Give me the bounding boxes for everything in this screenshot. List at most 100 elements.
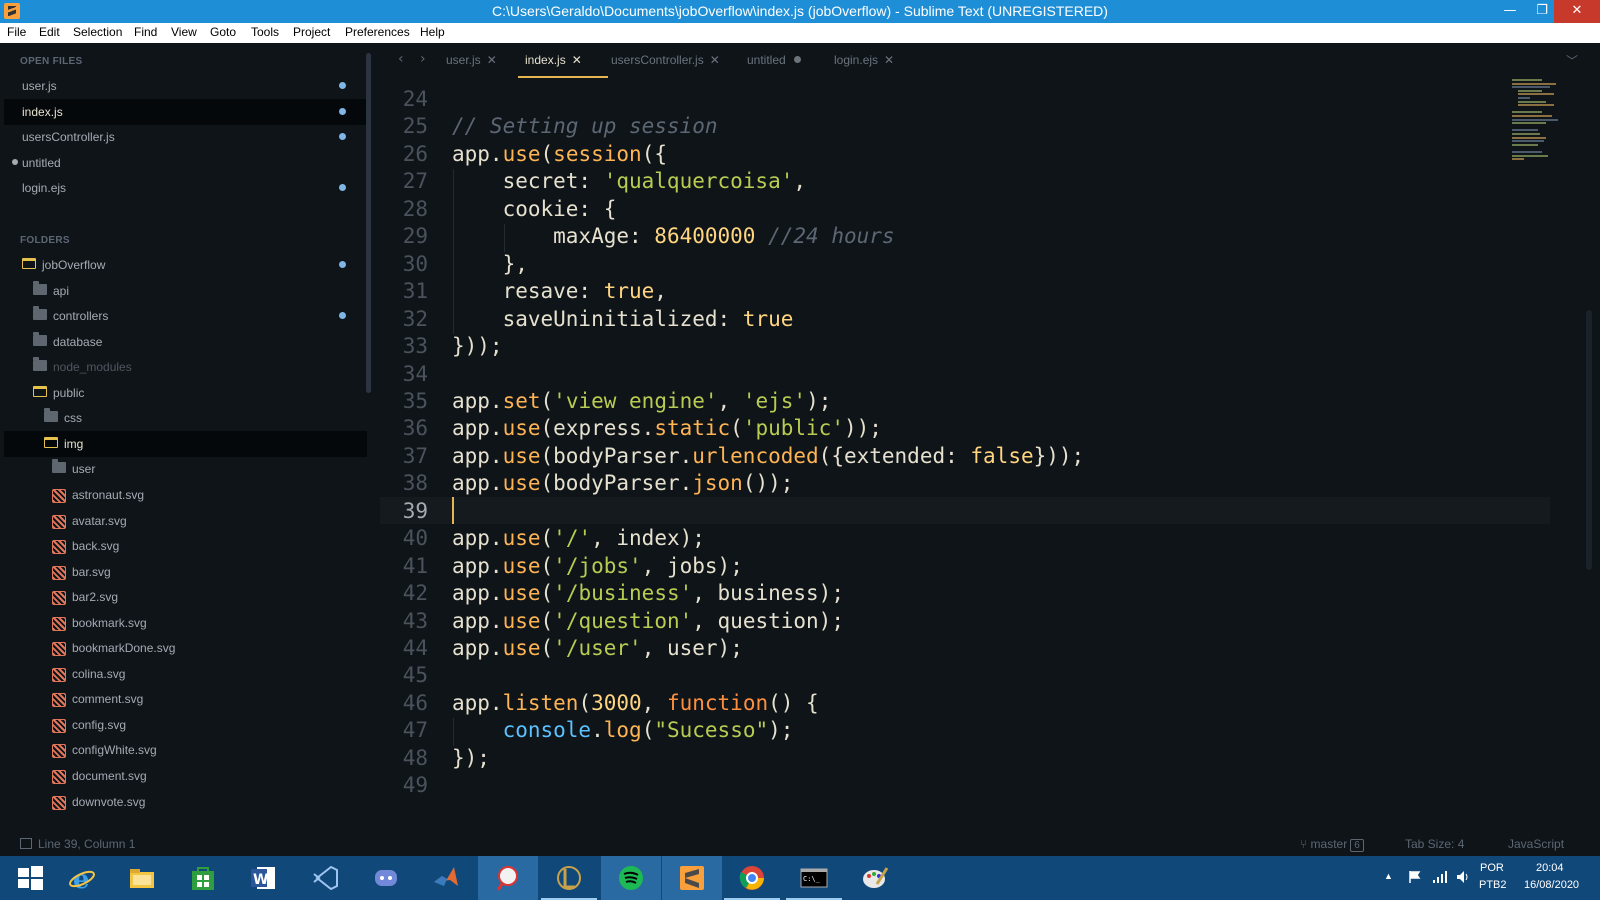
- line-number[interactable]: 49: [380, 773, 428, 797]
- clock-date[interactable]: 16/08/2020: [1524, 879, 1579, 891]
- tree-file-item[interactable]: comment.svg: [4, 686, 367, 712]
- tree-folder-item[interactable]: node_modules: [4, 354, 367, 380]
- tree-file-item[interactable]: back.svg: [4, 533, 367, 559]
- line-number[interactable]: 40: [380, 526, 428, 550]
- sidebar-scrollbar[interactable]: [366, 53, 371, 393]
- tab-size[interactable]: Tab Size: 4: [1405, 837, 1464, 851]
- line-number[interactable]: 36: [380, 416, 428, 440]
- code-line[interactable]: secret: 'qualquercoisa',: [452, 169, 806, 193]
- line-number[interactable]: 35: [380, 389, 428, 413]
- line-number[interactable]: 26: [380, 142, 428, 166]
- tab-item[interactable]: untitled: [747, 53, 801, 67]
- line-number[interactable]: 37: [380, 444, 428, 468]
- taskbar-vscode-button[interactable]: [295, 856, 355, 900]
- language-top[interactable]: POR: [1480, 862, 1504, 874]
- menu-edit[interactable]: Edit: [39, 25, 60, 39]
- code-line[interactable]: });: [452, 746, 490, 770]
- taskbar-matlab-button[interactable]: [416, 856, 476, 900]
- line-number[interactable]: 31: [380, 279, 428, 303]
- line-number[interactable]: 29: [380, 224, 428, 248]
- code-line[interactable]: }));: [452, 334, 503, 358]
- code-line[interactable]: // Setting up session: [452, 114, 718, 138]
- menu-find[interactable]: Find: [134, 25, 157, 39]
- tree-file-item[interactable]: bookmark.svg: [4, 610, 367, 636]
- tree-folder-item[interactable]: user: [4, 456, 367, 482]
- line-number[interactable]: 24: [380, 87, 428, 111]
- line-number[interactable]: 42: [380, 581, 428, 605]
- git-branch[interactable]: ⑂ master 6: [1300, 837, 1364, 852]
- language-bottom[interactable]: PTB2: [1479, 879, 1507, 891]
- tree-folder-item[interactable]: controllers: [4, 303, 367, 329]
- code-line[interactable]: },: [452, 252, 528, 276]
- tab-next-button[interactable]: ›: [420, 51, 426, 67]
- line-number[interactable]: 47: [380, 718, 428, 742]
- tree-file-item[interactable]: document.svg: [4, 763, 367, 789]
- code-line[interactable]: app.use(session({: [452, 142, 667, 166]
- line-number[interactable]: 32: [380, 307, 428, 331]
- code-line[interactable]: console.log("Sucesso");: [452, 718, 794, 742]
- tree-file-item[interactable]: downvote.svg: [4, 789, 367, 815]
- line-number[interactable]: 30: [380, 252, 428, 276]
- tab-close-icon[interactable]: ✕: [487, 53, 497, 67]
- tab-prev-button[interactable]: ‹: [398, 51, 404, 67]
- code-line[interactable]: app.use(bodyParser.json());: [452, 471, 793, 495]
- tree-file-item[interactable]: avatar.svg: [4, 508, 367, 534]
- taskbar-word-button[interactable]: W: [233, 856, 293, 900]
- tab-close-icon[interactable]: ✕: [884, 53, 894, 67]
- line-number[interactable]: 34: [380, 362, 428, 386]
- taskbar-store-button[interactable]: [173, 856, 233, 900]
- taskbar-internet-explorer-button[interactable]: e: [52, 856, 112, 900]
- menu-project[interactable]: Project: [293, 25, 330, 39]
- line-number[interactable]: 38: [380, 471, 428, 495]
- open-file-item[interactable]: user.js: [4, 73, 367, 99]
- open-file-item[interactable]: untitled: [4, 150, 367, 176]
- code-line[interactable]: cookie: {: [452, 197, 617, 221]
- taskbar-spotify-button[interactable]: [601, 856, 661, 900]
- menu-help[interactable]: Help: [420, 25, 445, 39]
- tree-file-item[interactable]: bar.svg: [4, 559, 367, 585]
- tree-folder-item[interactable]: public: [4, 380, 367, 406]
- line-number[interactable]: 28: [380, 197, 428, 221]
- open-file-item[interactable]: index.js: [4, 98, 367, 125]
- menu-preferences[interactable]: Preferences: [345, 25, 410, 39]
- line-number[interactable]: 46: [380, 691, 428, 715]
- tab-close-icon[interactable]: ✕: [572, 53, 582, 67]
- tree-file-item[interactable]: astronaut.svg: [4, 482, 367, 508]
- tree-folder-item[interactable]: api: [4, 278, 367, 304]
- tree-file-item[interactable]: configWhite.svg: [4, 737, 367, 763]
- taskbar-chrome-button[interactable]: [722, 856, 782, 900]
- code-line[interactable]: app.use('/jobs', jobs);: [452, 554, 743, 578]
- line-number[interactable]: 25: [380, 114, 428, 138]
- modified-dot-icon[interactable]: [339, 133, 346, 141]
- tab-item[interactable]: index.js ✕: [525, 53, 582, 67]
- line-number[interactable]: 41: [380, 554, 428, 578]
- tree-file-item[interactable]: config.svg: [4, 712, 367, 738]
- code-line[interactable]: app.use(express.static('public'));: [452, 416, 882, 440]
- flag-icon[interactable]: [1408, 870, 1422, 887]
- network-icon[interactable]: [1432, 870, 1448, 887]
- tab-item[interactable]: usersController.js ✕: [611, 53, 720, 67]
- tree-file-item[interactable]: colina.svg: [4, 661, 367, 687]
- line-number[interactable]: 27: [380, 169, 428, 193]
- line-number[interactable]: 44: [380, 636, 428, 660]
- code-line[interactable]: resave: true,: [452, 279, 667, 303]
- menu-goto[interactable]: Goto: [210, 25, 236, 39]
- taskbar-app-badminton-button[interactable]: [478, 856, 538, 900]
- modified-dot-icon[interactable]: [339, 184, 346, 192]
- volume-icon[interactable]: [1456, 870, 1470, 887]
- taskbar-paint-button[interactable]: [845, 856, 905, 900]
- line-number[interactable]: 48: [380, 746, 428, 770]
- code-line[interactable]: app.listen(3000, function() {: [452, 691, 819, 715]
- tab-dropdown-icon[interactable]: ﹀: [1566, 52, 1578, 69]
- code-line[interactable]: app.use('/', index);: [452, 526, 705, 550]
- code-line[interactable]: app.use('/user', user);: [452, 636, 743, 660]
- close-window-button[interactable]: ✕: [1554, 0, 1600, 23]
- tree-folder-item[interactable]: jobOverflow: [4, 252, 367, 278]
- tab-close-icon[interactable]: ✕: [710, 53, 720, 67]
- console-toggle-icon[interactable]: [20, 838, 32, 849]
- editor-scrollbar[interactable]: [1586, 310, 1592, 570]
- code-line[interactable]: maxAge: 86400000 //24 hours: [452, 224, 894, 248]
- open-file-item[interactable]: usersController.js: [4, 124, 367, 150]
- line-number[interactable]: 45: [380, 663, 428, 687]
- tab-item[interactable]: login.ejs ✕: [834, 53, 894, 67]
